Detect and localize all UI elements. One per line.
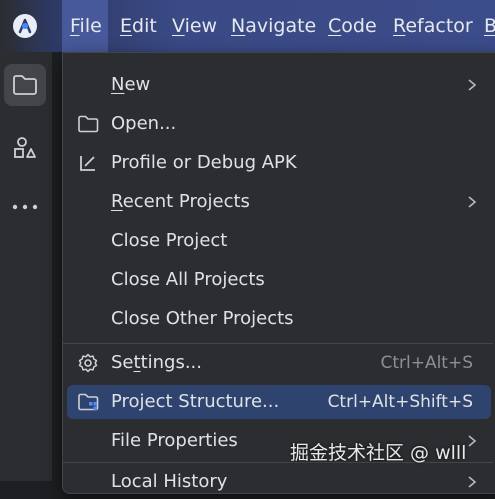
menu-file[interactable]: File [70, 14, 102, 38]
project-tool-button[interactable] [4, 64, 46, 106]
menu-item-label: Profile or Debug APK [111, 152, 297, 173]
shortcut-label: Ctrl+Alt+S [380, 353, 473, 373]
menu-view[interactable]: View [172, 14, 217, 38]
menu-edit[interactable]: Edit [120, 14, 157, 38]
menu-code[interactable]: Code [328, 14, 377, 38]
menu-item-profile-debug-apk[interactable]: Profile or Debug APK [67, 146, 491, 180]
more-tools-button[interactable] [4, 186, 46, 228]
menu-item-label: Close Other Projects [111, 308, 294, 329]
menu-separator [63, 343, 493, 344]
watermark-text: 掘金技术社区 @ wlll [290, 442, 467, 464]
menu-item-label: Local History [111, 471, 228, 492]
submenu-arrow-icon [468, 435, 477, 447]
menu-build[interactable]: B [484, 14, 495, 38]
submenu-arrow-icon [468, 476, 477, 488]
menu-navigate[interactable]: Navigate [231, 14, 316, 38]
menu-item-local-history[interactable]: Local History [67, 465, 491, 499]
project-structure-icon [78, 393, 99, 411]
menu-item-label: Recent Projects [111, 191, 250, 212]
folder-icon [13, 75, 37, 95]
menu-bar: File Edit View Navigate Code Refactor B [0, 0, 495, 52]
menu-item-label: Settings... [111, 352, 202, 373]
gear-icon [78, 353, 98, 373]
more-icon [12, 204, 38, 210]
menu-item-new[interactable]: New [67, 68, 491, 102]
submenu-arrow-icon [468, 79, 477, 91]
menu-item-close-all-projects[interactable]: Close All Projects [67, 263, 491, 297]
shortcut-label: Ctrl+Alt+Shift+S [327, 392, 473, 412]
submenu-arrow-icon [468, 196, 477, 208]
menu-item-settings[interactable]: Settings... Ctrl+Alt+S [67, 346, 491, 380]
menu-item-open[interactable]: Open... [67, 107, 491, 141]
menu-refactor[interactable]: Refactor [393, 14, 473, 38]
profile-apk-icon [80, 156, 95, 171]
tool-window-strip [0, 52, 52, 481]
resource-manager-button[interactable] [4, 127, 46, 169]
menu-item-label: Open... [111, 113, 177, 134]
file-menu-dropdown: New Open... Profile or Debug APK Recent … [62, 52, 495, 494]
menu-item-close-other-projects[interactable]: Close Other Projects [67, 302, 491, 336]
menu-item-label: Project Structure... [111, 391, 280, 412]
menu-item-close-project[interactable]: Close Project [67, 224, 491, 258]
menu-item-recent-projects[interactable]: Recent Projects [67, 185, 491, 219]
menu-item-label: New [111, 74, 151, 95]
folder-open-icon [78, 115, 99, 133]
menu-item-label: Close Project [111, 230, 228, 251]
android-studio-logo-icon[interactable] [12, 13, 38, 39]
shapes-icon [14, 137, 36, 158]
menu-item-label: Close All Projects [111, 269, 265, 290]
menu-item-project-structure[interactable]: Project Structure... Ctrl+Alt+Shift+S [67, 385, 491, 419]
menu-item-label: File Properties [111, 430, 238, 451]
